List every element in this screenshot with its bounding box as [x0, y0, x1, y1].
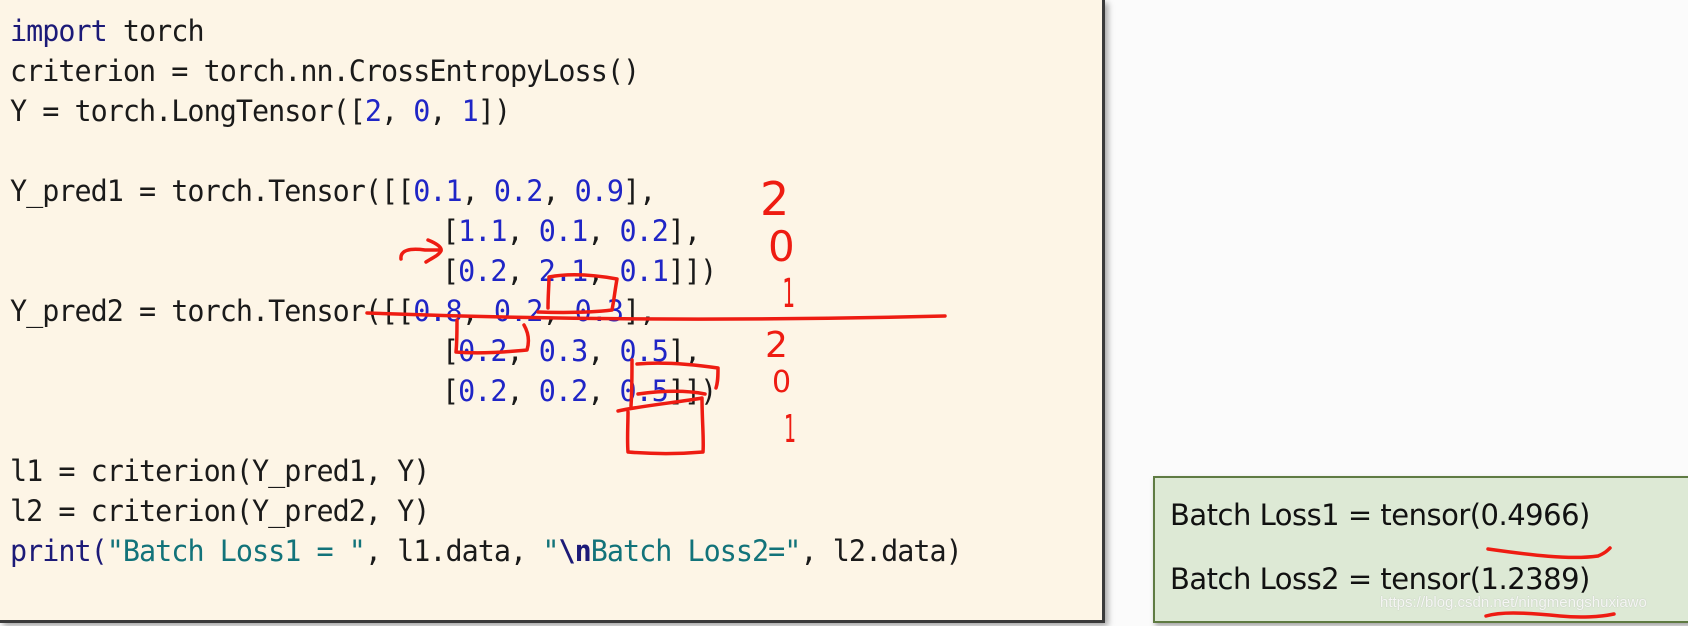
pred-value: 0.3 [538, 334, 588, 368]
y-pred2-prefix: Y_pred2 = torch.Tensor([ [10, 294, 398, 328]
pred-value: 0.2 [458, 334, 507, 368]
pred1-label-0: 0 [768, 222, 795, 271]
y-value: 1 [461, 94, 479, 128]
code-line-print: print("Batch Loss1 = ", l1.data, "\nBatc… [10, 534, 963, 568]
pred-value: 0.1 [413, 174, 462, 208]
code-line-criterion: criterion = torch.nn.CrossEntropyLoss() [10, 54, 640, 88]
pred-value: 0.2 [493, 294, 543, 328]
pred-value: 0.3 [574, 294, 624, 328]
pred2-label-2: 2 [765, 325, 788, 366]
print-arg-l1: , l1.data, [364, 534, 543, 568]
print-quote: " [542, 534, 559, 568]
pred-value: 0.2 [458, 254, 507, 288]
module-name: torch [106, 14, 205, 48]
pred-value: 0.1 [619, 254, 668, 288]
code-line-y-pred1-row3: [0.2, 2.1, 0.1]]) [442, 254, 717, 288]
output-line-loss1: Batch Loss1 = tensor(0.4966) [1170, 498, 1590, 532]
pred-value: 0.9 [574, 174, 624, 208]
keyword-import: import [10, 14, 108, 48]
pred-value: 0.5 [619, 334, 668, 368]
pred1-label-1: 1 [782, 271, 796, 317]
pred-value: 0.2 [619, 214, 668, 248]
code-line-import: import torch [10, 14, 205, 48]
print-arg-l2: , l2.data) [800, 534, 962, 568]
newline-escape: \n [558, 534, 591, 568]
print-string-1: "Batch Loss1 = " [106, 534, 366, 568]
pred-value: 0.8 [413, 294, 462, 328]
print-function: print( [10, 534, 108, 568]
code-line-y-pred1-row1: Y_pred1 = torch.Tensor([[0.1, 0.2, 0.9], [10, 174, 656, 208]
y-pred1-prefix: Y_pred1 = torch.Tensor([ [10, 174, 398, 208]
pred-value: 2.1 [538, 254, 588, 288]
code-line-l2: l2 = criterion(Y_pred2, Y) [10, 494, 430, 528]
code-line-y-pred2-row2: [0.2, 0.3, 0.5], [442, 334, 701, 368]
pred2-label-1: 1 [784, 407, 797, 451]
y-prefix: Y = torch.LongTensor([ [10, 94, 366, 128]
code-line-y: Y = torch.LongTensor([2, 0, 1]) [10, 94, 511, 128]
code-line-y-pred2-row3: [0.2, 0.2, 0.5]]) [442, 374, 717, 408]
code-line-y-pred1-row2: [1.1, 0.1, 0.2], [442, 214, 701, 248]
pred-value: 0.2 [458, 374, 507, 408]
pred-value: 0.2 [538, 374, 588, 408]
y-value: 2 [364, 94, 382, 128]
pred-value: 0.1 [538, 214, 588, 248]
print-string-2: Batch Loss2=" [590, 534, 802, 568]
y-value: 0 [413, 94, 430, 128]
code-line-y-pred2-row1: Y_pred2 = torch.Tensor([[0.8, 0.2, 0.3], [10, 294, 656, 328]
pred-value: 1.1 [458, 214, 507, 248]
pred1-label-2: 2 [760, 172, 790, 226]
watermark: https://blog.csdn.net/ningmengshuxiawo [1380, 594, 1647, 611]
pred-value: 0.2 [493, 174, 543, 208]
y-suffix: ]) [477, 94, 511, 128]
pred-value: 0.5 [619, 374, 668, 408]
code-panel: import torch criterion = torch.nn.CrossE… [0, 0, 1105, 623]
pred2-label-0: 0 [772, 365, 792, 400]
output-line-loss2: Batch Loss2 = tensor(1.2389) [1170, 562, 1590, 596]
code-line-l1: l1 = criterion(Y_pred1, Y) [10, 454, 430, 488]
